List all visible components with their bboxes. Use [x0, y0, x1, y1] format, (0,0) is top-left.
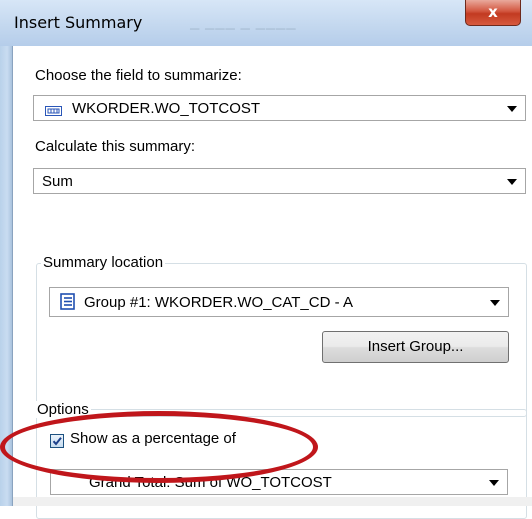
- window-frame-left: [0, 46, 13, 506]
- chevron-down-icon: [490, 300, 500, 306]
- insert-group-button[interactable]: Insert Group...: [322, 331, 509, 363]
- dialog-bottom-strip: [13, 497, 532, 506]
- show-percentage-label: Show as a percentage of: [70, 430, 236, 447]
- chevron-down-icon: [507, 179, 517, 185]
- field-label: Choose the field to summarize:: [35, 67, 242, 84]
- field-select-value: WKORDER.WO_TOTCOST: [72, 100, 261, 117]
- summary-select[interactable]: Sum: [33, 168, 526, 194]
- close-icon: x: [488, 3, 498, 21]
- close-button[interactable]: x: [465, 0, 521, 26]
- summary-select-value: Sum: [42, 173, 73, 190]
- checkmark-icon: [52, 437, 62, 446]
- insert-group-label: Insert Group...: [367, 338, 464, 355]
- options-label: Options: [35, 401, 91, 418]
- insert-summary-dialog: Insert Summary ▁ ▁▁▁ ▁ ▁▁▁▁ x Choose the…: [0, 0, 532, 519]
- field-select[interactable]: WKORDER.WO_TOTCOST: [33, 95, 526, 121]
- chevron-down-icon: [489, 480, 499, 486]
- summary-location-label: Summary location: [41, 254, 166, 271]
- percentage-select-value: Grand Total: Sum of WO_TOTCOST: [89, 474, 332, 491]
- percentage-select[interactable]: Grand Total: Sum of WO_TOTCOST: [50, 469, 508, 495]
- summary-label: Calculate this summary:: [35, 138, 196, 155]
- field-icon: [45, 103, 62, 116]
- dialog-content: Choose the field to summarize: WKORDER.W…: [0, 46, 532, 519]
- location-select[interactable]: Group #1: WKORDER.WO_CAT_CD - A: [49, 287, 509, 317]
- chevron-down-icon: [507, 106, 517, 112]
- show-percentage-checkbox[interactable]: [50, 434, 64, 448]
- dialog-title: Insert Summary: [14, 13, 143, 32]
- group-icon: [60, 293, 76, 311]
- title-bar: Insert Summary ▁ ▁▁▁ ▁ ▁▁▁▁ x: [0, 0, 532, 46]
- location-select-value: Group #1: WKORDER.WO_CAT_CD - A: [84, 294, 353, 311]
- title-bar-ghost-text: ▁ ▁▁▁ ▁ ▁▁▁▁: [190, 16, 297, 30]
